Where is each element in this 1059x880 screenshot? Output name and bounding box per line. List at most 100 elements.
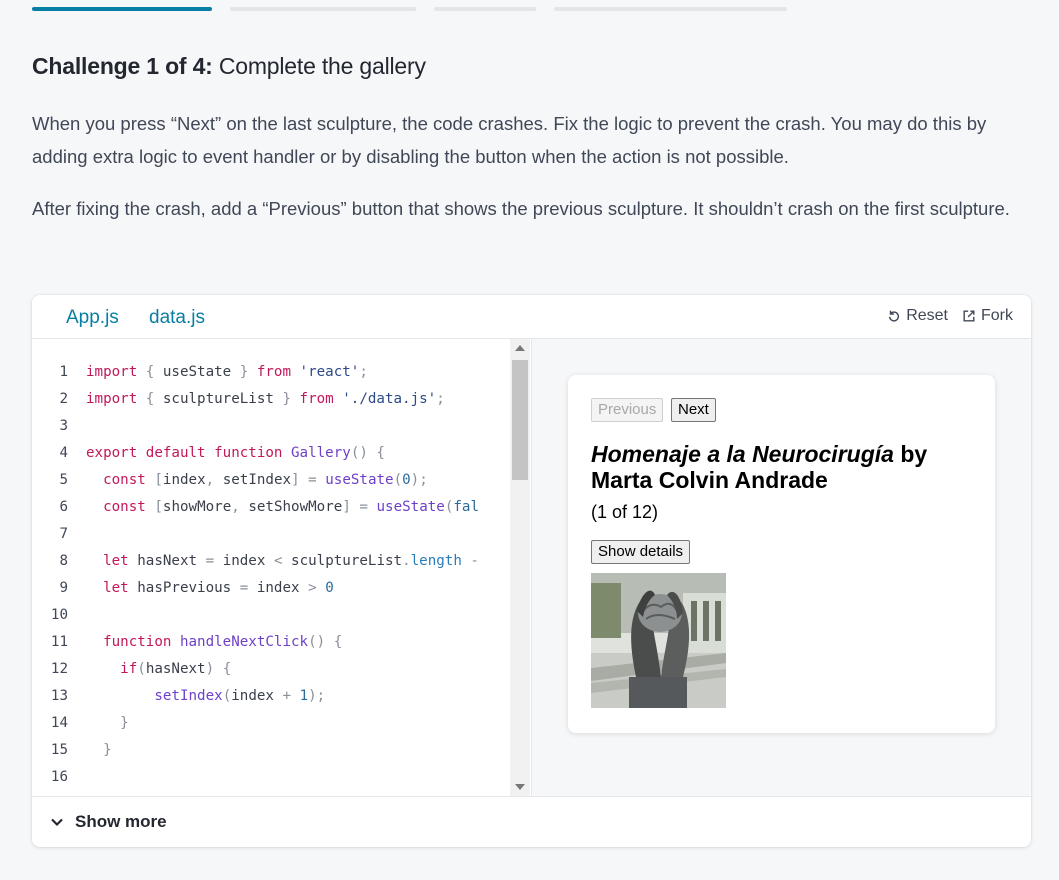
code-token: const bbox=[103, 499, 146, 515]
code-token: setShowMore bbox=[248, 499, 343, 515]
tab-data-js[interactable]: data.js bbox=[149, 307, 205, 329]
code-token: fal bbox=[453, 499, 479, 515]
code-editor[interactable]: 1 import { useState } from 'react'; 2 impor… bbox=[32, 339, 532, 796]
line-number: 16 bbox=[50, 769, 68, 785]
preview-card: Previous Next Homenaje a la Neurocirugía… bbox=[568, 375, 995, 733]
code-token: handleNextClick bbox=[171, 634, 309, 650]
code-token: export default function bbox=[86, 445, 283, 461]
previous-button[interactable]: Previous bbox=[591, 398, 664, 422]
code-token: ; bbox=[359, 364, 368, 380]
code-token: ( bbox=[137, 661, 146, 677]
show-details-button[interactable]: Show details bbox=[591, 540, 691, 564]
code-token: ) { bbox=[205, 661, 232, 677]
show-more-label: Show more bbox=[75, 812, 167, 831]
code-line: 7 bbox=[32, 521, 479, 548]
show-more-button[interactable]: Show more bbox=[32, 796, 1031, 847]
reset-label: Reset bbox=[906, 307, 948, 324]
code-token: useState bbox=[376, 499, 445, 515]
code-token: Gallery bbox=[282, 445, 351, 461]
code-line: 3 bbox=[32, 413, 479, 440]
code-token: useState bbox=[162, 364, 232, 380]
reset-icon bbox=[889, 310, 900, 322]
code-line: 1 import { useState } from 'react'; bbox=[32, 359, 479, 386]
code-token: ); bbox=[410, 472, 428, 488]
line-number: 11 bbox=[50, 634, 68, 650]
scrollbar-thumb[interactable] bbox=[512, 360, 528, 480]
code-token: () { bbox=[308, 634, 343, 650]
challenge-description: When you press “Next” on the last sculpt… bbox=[32, 113, 987, 167]
code-sandbox: App.js data.js Reset Fork 1 import { useS… bbox=[32, 295, 1031, 847]
line-number: 5 bbox=[59, 472, 68, 488]
code-token: index bbox=[222, 553, 266, 569]
progress-step-3[interactable] bbox=[434, 7, 536, 11]
code-token: index bbox=[162, 472, 206, 488]
progress-step-2[interactable] bbox=[230, 7, 416, 11]
code-token: const bbox=[103, 472, 146, 488]
code-line: 6 const [showMore, setShowMore] = useSta… bbox=[32, 494, 479, 521]
code-token: hasNext bbox=[128, 553, 198, 569]
line-number: 10 bbox=[50, 607, 68, 623]
code-token: from bbox=[256, 364, 292, 380]
code-token: 1 bbox=[299, 688, 309, 704]
line-number: 6 bbox=[59, 499, 68, 515]
fork-button[interactable]: Fork bbox=[962, 307, 1013, 325]
external-link-icon bbox=[963, 310, 975, 322]
code-token: , bbox=[231, 499, 249, 515]
fork-label: Fork bbox=[981, 307, 1013, 324]
code-token: - bbox=[461, 553, 479, 569]
artist-name: Marta Colvin Andrade bbox=[591, 467, 828, 493]
code-token: } bbox=[231, 364, 257, 380]
sculpture-name: Homenaje a la Neurocirugía bbox=[591, 441, 894, 467]
code-token: } bbox=[86, 715, 129, 731]
progress-step-1[interactable] bbox=[32, 7, 212, 11]
code-line: 2 import { sculptureList } from './data.j… bbox=[32, 386, 479, 413]
code-line: 9 let hasPrevious = index > 0 bbox=[32, 575, 479, 602]
code-token: + bbox=[273, 688, 300, 704]
code-token: 'react' bbox=[291, 364, 360, 380]
sculpture-image bbox=[591, 573, 726, 708]
code-token: hasPrevious bbox=[128, 580, 232, 596]
line-number: 12 bbox=[50, 661, 68, 677]
code-token: [ bbox=[145, 472, 163, 488]
code-line: 10 bbox=[32, 602, 479, 629]
next-button[interactable]: Next bbox=[671, 398, 716, 422]
line-number: 14 bbox=[50, 715, 68, 731]
line-number: 3 bbox=[59, 418, 68, 434]
code-line: 4 export default function Gallery() { bbox=[32, 440, 479, 467]
sandbox-tools: Reset Fork bbox=[887, 307, 1013, 325]
code-line: 16 bbox=[32, 764, 479, 791]
scroll-down-arrow-icon[interactable] bbox=[515, 784, 525, 790]
sculpture-heading: Homenaje a la Neurocirugía by Marta Colv… bbox=[591, 441, 971, 493]
code-token: ( bbox=[393, 472, 403, 488]
code-token: { bbox=[137, 364, 163, 380]
tab-app-js[interactable]: App.js bbox=[66, 307, 119, 329]
code-token: { bbox=[137, 391, 163, 407]
editor-scrollbar[interactable] bbox=[510, 339, 530, 796]
line-number: 2 bbox=[59, 391, 68, 407]
progress-step-4[interactable] bbox=[554, 7, 787, 11]
code-token: import bbox=[86, 364, 138, 380]
line-number: 15 bbox=[50, 742, 68, 758]
code-token: [ bbox=[145, 499, 163, 515]
code-token: let bbox=[103, 580, 129, 596]
code-line: 14 } bbox=[32, 710, 479, 737]
code-line: 5 const [index, setIndex] = useState(0); bbox=[32, 467, 479, 494]
code-token: from bbox=[299, 391, 334, 407]
sandbox-tab-bar: App.js data.js Reset Fork bbox=[32, 295, 1031, 339]
scroll-up-arrow-icon[interactable] bbox=[515, 345, 525, 351]
code-line: 11 function handleNextClick() { bbox=[32, 629, 479, 656]
challenge-counter: Challenge 1 of 4: bbox=[32, 53, 213, 79]
challenge-instructions: After fixing the crash, add a “Previous”… bbox=[32, 198, 1010, 219]
line-number: 9 bbox=[59, 580, 68, 596]
line-number: 7 bbox=[59, 526, 68, 542]
challenge-name: Complete the gallery bbox=[218, 53, 426, 79]
code-token: hasNext bbox=[145, 661, 206, 677]
reset-button[interactable]: Reset bbox=[887, 307, 948, 325]
code-token: sculptureList bbox=[291, 553, 403, 569]
